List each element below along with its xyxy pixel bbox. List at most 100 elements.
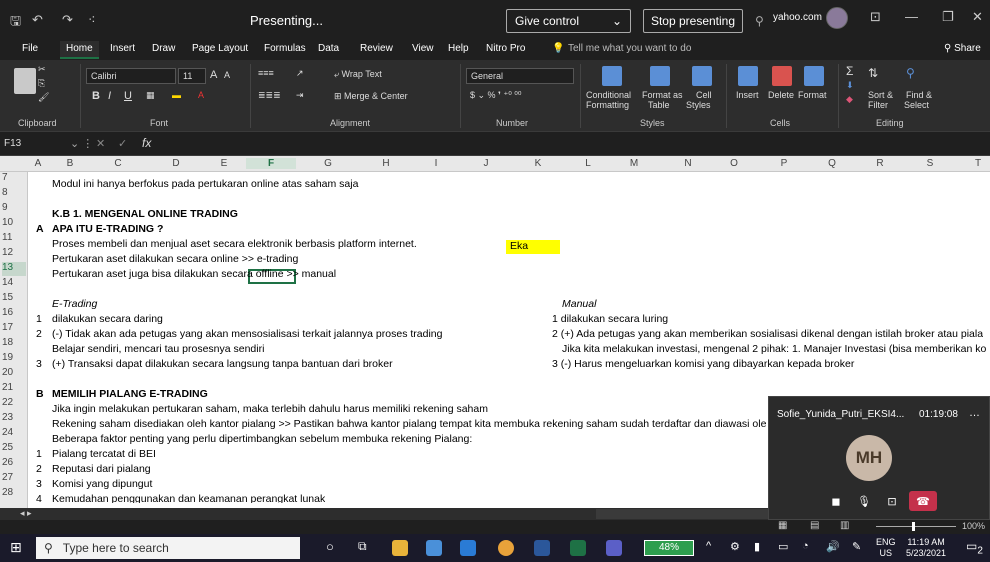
store-icon[interactable] xyxy=(426,540,442,556)
row-header[interactable]: 8 xyxy=(2,187,26,201)
column-header[interactable]: D xyxy=(166,158,186,169)
word-icon[interactable] xyxy=(534,540,550,556)
cell-styles-icon[interactable] xyxy=(692,66,712,86)
row-header[interactable]: 22 xyxy=(2,397,26,411)
column-header[interactable]: Q xyxy=(822,158,842,169)
currency-icon[interactable]: $ ⌄ % ❜ ⁺⁰ ⁰⁰ xyxy=(470,90,522,101)
language-indicator[interactable]: ENG US xyxy=(876,537,896,559)
windows-start-icon[interactable]: ⊞ xyxy=(10,539,22,556)
enter-icon[interactable]: ✓ xyxy=(118,137,127,150)
tab-nitro-pro[interactable]: Nitro Pro xyxy=(486,43,525,54)
merge-center-button[interactable]: ⊞ Merge & Center xyxy=(334,91,408,102)
formatting-label[interactable]: Formatting xyxy=(586,100,629,110)
clear-icon[interactable]: ◆ xyxy=(846,94,853,105)
orientation-icon[interactable]: ↗ xyxy=(296,68,304,79)
teams-icon[interactable] xyxy=(606,540,622,556)
pin-icon[interactable]: ⚲ xyxy=(755,14,764,28)
column-header-selected[interactable]: F xyxy=(246,158,296,169)
tab-home[interactable]: Home xyxy=(60,41,99,59)
column-header[interactable]: L xyxy=(578,158,598,169)
tab-draw[interactable]: Draw xyxy=(152,43,175,54)
minimize-icon[interactable]: — xyxy=(905,9,918,24)
save-icon[interactable]: 🖫 xyxy=(10,12,21,34)
find-label[interactable]: Find & xyxy=(906,90,932,100)
row-header[interactable]: 14 xyxy=(2,277,26,291)
column-header[interactable]: O xyxy=(724,158,744,169)
zoom-slider[interactable] xyxy=(876,526,956,527)
normal-view-icon[interactable]: ▦ xyxy=(778,520,787,531)
tab-insert[interactable]: Insert xyxy=(110,43,135,54)
battery-indicator[interactable]: 48% xyxy=(644,540,694,556)
pen-icon[interactable]: ✎ xyxy=(852,540,861,553)
column-header[interactable]: M xyxy=(624,158,644,169)
delete-cells-icon[interactable] xyxy=(772,66,792,86)
align-top-icon[interactable]: ≡≡≡ xyxy=(258,68,274,78)
ribbon-display-icon[interactable]: ⊡ xyxy=(870,9,881,25)
bold-button[interactable]: B xyxy=(92,90,100,102)
end-call-button[interactable]: ☎ xyxy=(909,491,937,511)
column-header[interactable]: P xyxy=(774,158,794,169)
column-header[interactable]: E xyxy=(214,158,234,169)
decrease-font-icon[interactable]: A xyxy=(224,70,230,80)
italic-button[interactable]: I xyxy=(108,90,111,102)
column-header[interactable]: K xyxy=(528,158,548,169)
share-button[interactable]: ⚲ Share xyxy=(944,43,981,54)
zoom-level[interactable]: 100% xyxy=(962,521,985,531)
align-left-icon[interactable]: ≣≣≣ xyxy=(258,90,281,101)
camera-off-icon[interactable]: ◼ xyxy=(825,491,847,511)
close-icon[interactable]: ✕ xyxy=(972,9,983,25)
tab-review[interactable]: Review xyxy=(360,43,393,54)
taskbar-search[interactable]: ⚲ Type here to search xyxy=(36,537,300,559)
formula-input[interactable] xyxy=(162,135,982,153)
find-icon[interactable]: ⚲ xyxy=(906,66,915,80)
column-header[interactable]: A xyxy=(28,158,48,169)
column-header[interactable]: N xyxy=(678,158,698,169)
tab-file[interactable]: File xyxy=(22,43,38,54)
page-break-view-icon[interactable]: ▥ xyxy=(840,520,849,531)
column-header[interactable]: J xyxy=(476,158,496,169)
borders-icon[interactable]: ▦ xyxy=(146,90,155,101)
mail-icon[interactable] xyxy=(460,540,476,556)
number-format-select[interactable]: General xyxy=(466,68,574,84)
row-header[interactable]: 9 xyxy=(2,202,26,216)
row-header[interactable]: 25 xyxy=(2,442,26,456)
tab-page-layout[interactable]: Page Layout xyxy=(192,43,248,54)
tab-formulas[interactable]: Formulas xyxy=(264,43,306,54)
increase-font-icon[interactable]: A xyxy=(210,69,217,81)
page-layout-view-icon[interactable]: ▤ xyxy=(810,520,819,531)
underline-button[interactable]: U xyxy=(124,90,132,102)
table-label[interactable]: Table xyxy=(648,100,670,110)
format-as-label[interactable]: Format as xyxy=(642,90,683,100)
sheet-nav-icon[interactable]: ◂ ▸ xyxy=(20,508,32,519)
column-header[interactable]: H xyxy=(376,158,396,169)
autosum-icon[interactable]: Σ xyxy=(846,64,853,78)
styles-button-label[interactable]: Styles xyxy=(686,100,711,110)
insert-cells-icon[interactable] xyxy=(738,66,758,86)
zoom-slider-thumb[interactable] xyxy=(912,522,915,531)
wifi-icon[interactable]: ◔ xyxy=(802,540,809,552)
paste-icon[interactable] xyxy=(14,68,36,94)
row-header[interactable]: 12 xyxy=(2,247,26,261)
delete-label[interactable]: Delete xyxy=(768,90,794,100)
usb-icon[interactable]: ▮ xyxy=(754,540,760,553)
name-box[interactable]: F13 xyxy=(4,136,64,152)
font-color-icon[interactable]: A xyxy=(198,90,204,100)
sort-filter-icon[interactable]: ⇅ xyxy=(868,66,878,80)
row-header[interactable]: 21 xyxy=(2,382,26,396)
indent-icon[interactable]: ⇥ xyxy=(296,90,304,101)
row-header[interactable]: 15 xyxy=(2,292,26,306)
row-header-selected[interactable]: 13 xyxy=(2,262,26,276)
redo-icon[interactable]: ↷ xyxy=(62,12,73,28)
font-name-select[interactable]: Calibri xyxy=(86,68,176,84)
fill-icon[interactable]: ⬇ xyxy=(846,80,854,91)
battery-icon[interactable]: ▭ xyxy=(778,540,788,553)
excel-icon[interactable] xyxy=(570,540,586,556)
tab-help[interactable]: Help xyxy=(448,43,469,54)
conditional-formatting-icon[interactable] xyxy=(602,66,622,86)
row-header[interactable]: 19 xyxy=(2,352,26,366)
font-size-select[interactable]: 11 xyxy=(178,68,206,84)
tell-me-search[interactable]: Tell me what you want to do xyxy=(568,43,691,54)
cell-label[interactable]: Cell xyxy=(696,90,712,100)
give-control-dropdown[interactable]: Give control ⌄ xyxy=(506,9,631,33)
cortana-icon[interactable]: ○ xyxy=(326,539,334,554)
